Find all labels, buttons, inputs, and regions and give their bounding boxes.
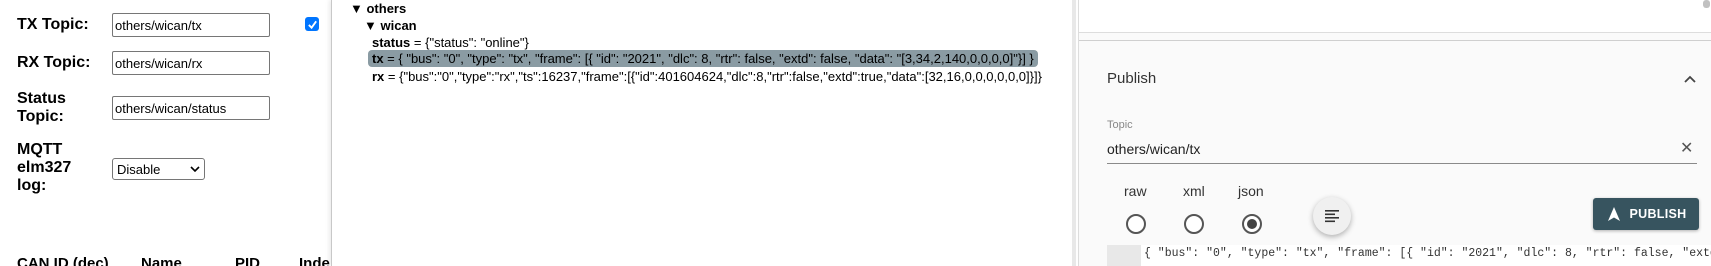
mqtt-label-line1: MQTT [17, 141, 63, 158]
topic-field-label: Topic [1107, 119, 1133, 131]
tx-topic-input[interactable] [112, 13, 270, 37]
clear-topic-icon[interactable]: ✕ [1680, 141, 1693, 157]
tree-leaf-rx[interactable]: rx = {"bus":"0","type":"rx","ts":16237,"… [372, 69, 1042, 84]
format-json-button[interactable] [1313, 197, 1351, 235]
format-radio-json[interactable] [1242, 214, 1262, 234]
table-header-can-id: CAN ID (dec) [17, 255, 109, 266]
format-radio-xml[interactable] [1184, 214, 1204, 234]
editor-gutter [1107, 245, 1141, 266]
topic-tree-panel: ▼ others ▼ wican status = {"status": "on… [331, 0, 1076, 266]
mqtt-log-select[interactable]: Disable [112, 158, 205, 180]
status-topic-label-line1: Status [17, 90, 66, 107]
format-radio-raw[interactable] [1126, 214, 1146, 234]
format-label-xml: xml [1183, 183, 1205, 199]
format-label-raw: raw [1124, 183, 1147, 199]
navigation-arrow-icon [1607, 207, 1620, 221]
rx-topic-input[interactable] [112, 51, 270, 75]
divider [1079, 40, 1711, 41]
settings-panel: TX Topic: RX Topic: Status Topic: MQTT e… [0, 0, 330, 266]
tree-node-others[interactable]: ▼ others [350, 1, 406, 16]
format-align-icon [1325, 210, 1339, 223]
mqtt-label-line3: log: [17, 177, 47, 194]
publish-panel: Publish Topic others/wican/tx ✕ raw xml … [1078, 0, 1711, 266]
chevron-down-icon [190, 166, 200, 172]
table-header-pid: PID [235, 255, 261, 266]
status-topic-input[interactable] [112, 96, 270, 120]
publish-button[interactable]: PUBLISH [1593, 198, 1699, 230]
topic-field-underline [1107, 163, 1697, 164]
tree-node-wican[interactable]: ▼ wican [364, 18, 417, 33]
tx-topic-checkbox[interactable] [305, 17, 319, 31]
tree-leaf-tx[interactable]: tx = { "bus": "0", "type": "tx", "frame"… [368, 50, 1038, 67]
mqtt-log-value: Disable [117, 161, 161, 177]
chevron-up-icon[interactable] [1683, 72, 1697, 86]
previous-card [1079, 0, 1711, 33]
publish-button-label: PUBLISH [1629, 207, 1687, 221]
status-topic-label-line2: Topic: [17, 108, 64, 125]
payload-code: { "bus": "0", "type": "tx", "frame": [{ … [1144, 247, 1711, 260]
tx-topic-label: TX Topic: [17, 16, 89, 33]
rx-topic-label: RX Topic: [17, 54, 91, 71]
format-label-json: json [1238, 183, 1264, 199]
table-header-index: Inde [299, 255, 330, 266]
panel-scrollbar[interactable] [1703, 0, 1710, 8]
mqtt-label-line2: elm327 [17, 159, 72, 176]
payload-editor[interactable]: { "bus": "0", "type": "tx", "frame": [{ … [1107, 245, 1711, 266]
publish-section-title: Publish [1107, 70, 1157, 87]
topic-field-input[interactable]: others/wican/tx [1107, 141, 1200, 157]
table-header-name: Name [141, 255, 182, 266]
tree-leaf-status[interactable]: status = {"status": "online"} [372, 35, 529, 50]
checkmark-icon [307, 20, 317, 29]
tree-scrollbar[interactable] [1072, 0, 1076, 266]
